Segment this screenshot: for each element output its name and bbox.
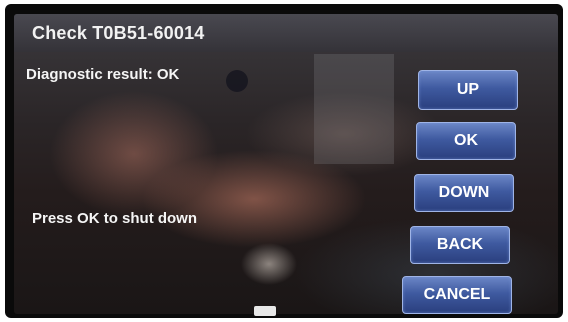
screen-reflection-dot	[226, 70, 248, 92]
cancel-button[interactable]: CANCEL	[402, 276, 512, 314]
screen-reflection	[314, 54, 394, 164]
page-title: Check T0B51-60014	[32, 23, 205, 43]
bezel-tab	[254, 306, 276, 316]
back-button[interactable]: BACK	[410, 226, 510, 264]
touchscreen: Check T0B51-60014 Diagnostic result: OK …	[14, 14, 558, 314]
ok-button[interactable]: OK	[416, 122, 516, 160]
down-button[interactable]: DOWN	[414, 174, 514, 212]
title-bar: Check T0B51-60014	[14, 14, 558, 52]
shutdown-hint-text: Press OK to shut down	[32, 210, 198, 227]
device-photo-frame: Check T0B51-60014 Diagnostic result: OK …	[0, 0, 568, 322]
up-button[interactable]: UP	[418, 70, 518, 110]
diagnostic-result-text: Diagnostic result: OK	[26, 66, 180, 83]
